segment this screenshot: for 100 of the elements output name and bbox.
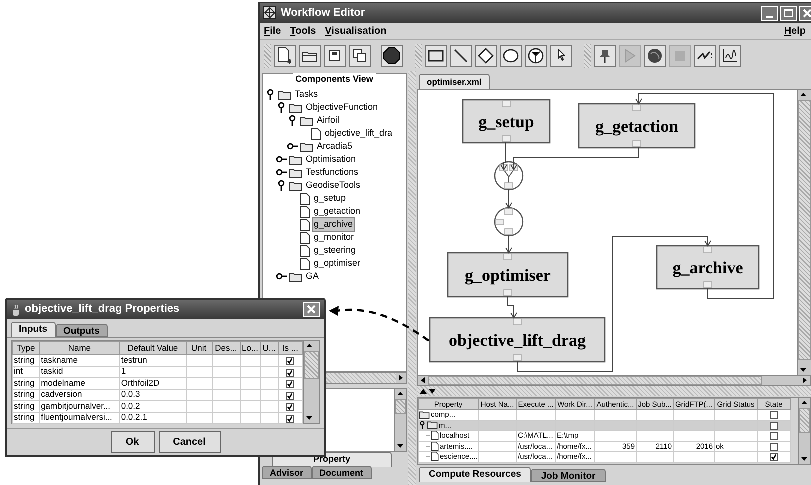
table-cell: string (14, 389, 35, 400)
column-header[interactable]: Unit (186, 342, 212, 354)
task-node[interactable]: g_optimiser (447, 252, 569, 298)
scrollbar-thumb[interactable] (395, 399, 406, 414)
scrollbar-thumb[interactable] (428, 376, 762, 385)
line-tool-button[interactable] (450, 44, 472, 66)
horizontal-scrollbar[interactable] (417, 375, 811, 386)
task-node[interactable]: g_getaction (578, 103, 696, 149)
checkbox[interactable] (770, 422, 778, 430)
stop-button[interactable] (381, 44, 403, 66)
expand-handle-icon[interactable] (276, 155, 287, 164)
tab[interactable]: Inputs (11, 322, 56, 337)
expand-handle-icon[interactable] (276, 168, 287, 177)
column-header[interactable]: Des... (212, 342, 240, 354)
scrollbar-thumb[interactable] (798, 100, 811, 360)
tree-item[interactable]: g_setup (312, 190, 348, 206)
column-header[interactable]: U... (260, 342, 278, 354)
checkbox[interactable] (286, 392, 294, 400)
chart-button[interactable] (719, 44, 741, 66)
save-all-button[interactable] (349, 44, 371, 66)
zigzag-button[interactable] (694, 44, 716, 66)
tab[interactable]: Document (312, 466, 372, 479)
tree-item[interactable]: g_steering (312, 242, 358, 258)
checkbox[interactable] (286, 403, 294, 411)
collapse-handle-icon[interactable] (266, 89, 275, 100)
checkbox[interactable] (770, 442, 778, 451)
merge-node[interactable] (494, 161, 524, 191)
checkbox[interactable] (286, 357, 294, 365)
checkbox[interactable] (286, 368, 294, 376)
menu-item[interactable]: Tools (290, 24, 316, 38)
tree-item[interactable]: g_monitor (312, 230, 356, 246)
open-folder-button[interactable] (299, 44, 321, 66)
maximize-button[interactable] (780, 6, 797, 20)
menu-item[interactable]: Visualisation (325, 24, 387, 38)
task-node[interactable]: objective_lift_drag (429, 317, 606, 363)
checkbox[interactable] (770, 432, 778, 440)
collapse-handle-icon[interactable] (277, 102, 286, 113)
tree-item[interactable]: g_optimiser (312, 256, 363, 272)
tab[interactable]: optimiser.xml (419, 74, 490, 89)
tree-item[interactable]: g_getaction (312, 204, 363, 220)
close-button[interactable] (303, 302, 320, 317)
menu-item[interactable]: Help (784, 24, 806, 38)
tab[interactable]: Outputs (56, 324, 108, 337)
task-node[interactable]: g_archive (656, 245, 760, 290)
close-button[interactable] (799, 6, 811, 20)
collapse-down-arrow-icon[interactable] (429, 388, 436, 394)
app-icon (263, 6, 277, 20)
dialog-button[interactable]: Ok (110, 431, 154, 453)
tab[interactable]: Job Monitor (531, 469, 606, 482)
vertical-scrollbar[interactable] (394, 389, 406, 451)
collapse-handle-icon[interactable] (277, 180, 286, 191)
expand-handle-icon[interactable] (276, 272, 287, 281)
dialog-button[interactable]: Cancel (158, 431, 220, 453)
junction-node[interactable] (494, 207, 524, 237)
toolbar-grip[interactable] (584, 44, 591, 68)
checkbox[interactable] (770, 453, 778, 462)
column-header[interactable]: Default Value (120, 342, 186, 354)
tree-item[interactable]: Testfunctions (304, 164, 361, 180)
new-file-button[interactable] (274, 44, 296, 66)
diamond-tool-button[interactable] (475, 44, 497, 66)
vertical-scrollbar[interactable] (303, 341, 319, 423)
scrollbar-thumb[interactable] (304, 351, 319, 379)
collapse-handle-icon[interactable] (419, 421, 426, 430)
save-button[interactable] (324, 44, 346, 66)
minimize-button[interactable] (761, 6, 778, 20)
globe-button[interactable] (644, 44, 666, 66)
merge-tool-button[interactable] (525, 44, 547, 66)
vertical-scrollbar[interactable] (797, 90, 811, 375)
toolbar-grip[interactable] (415, 44, 422, 68)
tree-item[interactable]: ObjectiveFunction (304, 100, 380, 116)
checkbox[interactable] (286, 414, 294, 422)
scrollbar-thumb[interactable] (799, 408, 810, 434)
tree-item[interactable]: g_archive (312, 216, 356, 232)
column-header[interactable]: Lo... (240, 342, 260, 354)
tree-item[interactable]: GA (304, 268, 322, 283)
rectangle-tool-button[interactable] (425, 44, 447, 66)
tree-item[interactable]: Airfoil (315, 112, 342, 128)
column-header[interactable]: Is ... (278, 342, 302, 354)
tree-item[interactable]: GeodiseTools (304, 178, 363, 194)
collapse-handle-icon[interactable] (288, 115, 297, 126)
vertical-scrollbar[interactable] (798, 398, 810, 464)
task-node[interactable]: g_setup (462, 99, 551, 144)
column-header[interactable]: Name (40, 342, 120, 354)
pin-button[interactable] (594, 44, 616, 66)
column-header[interactable]: Type (12, 342, 40, 354)
tree-item[interactable]: Optimisation (304, 152, 358, 168)
tab[interactable]: Compute Resources (419, 467, 532, 482)
tree-item[interactable]: Arcadia5 (315, 138, 355, 154)
folder-icon (289, 272, 302, 282)
collapse-up-arrow-icon[interactable] (420, 388, 427, 394)
toolbar-grip[interactable] (264, 44, 271, 68)
checkbox[interactable] (286, 380, 294, 388)
pointer-button[interactable] (550, 44, 572, 66)
tree-item[interactable]: objective_lift_dra (323, 126, 395, 142)
checkbox[interactable] (770, 411, 778, 420)
ellipse-tool-button[interactable] (500, 44, 522, 66)
tab[interactable]: Advisor (262, 466, 312, 479)
menu-item[interactable]: File (264, 24, 282, 38)
tree-item[interactable]: Tasks (293, 86, 320, 102)
expand-handle-icon[interactable] (287, 142, 298, 151)
